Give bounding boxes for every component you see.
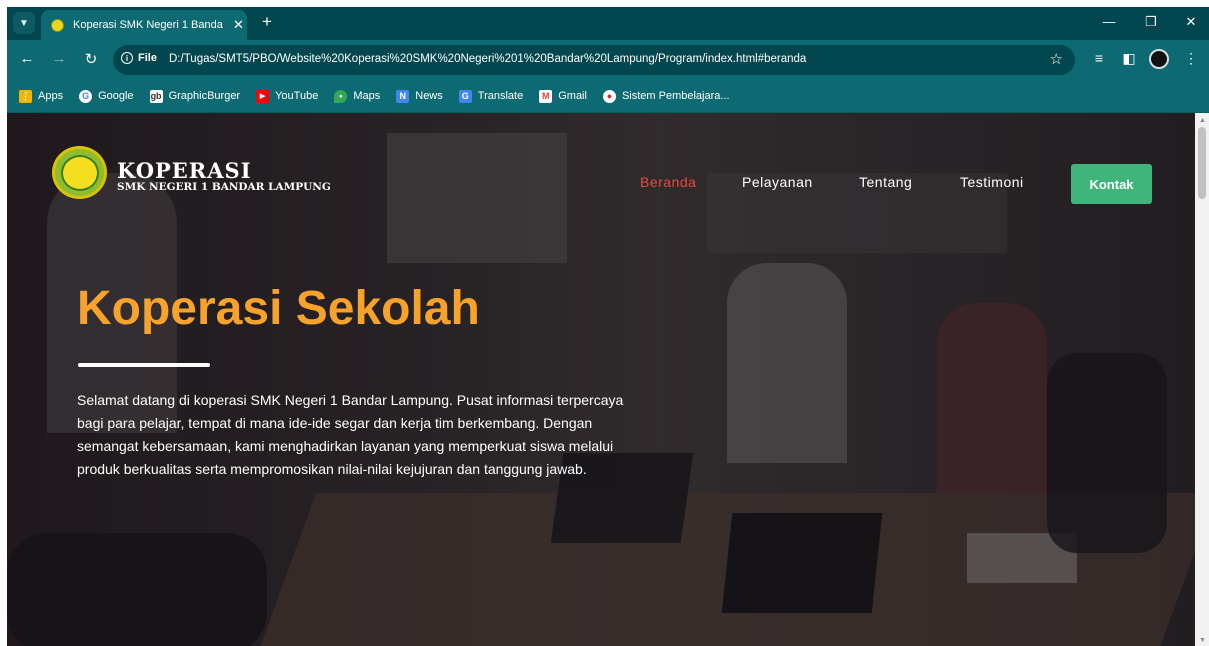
forward-icon[interactable]: → (49, 50, 69, 67)
scroll-up-icon[interactable]: ▲ (1199, 117, 1206, 124)
bookmark-youtube[interactable]: ▶ YouTube (256, 89, 319, 103)
bookmark-gmail[interactable]: M Gmail (539, 89, 587, 103)
restore-icon[interactable]: ❐ (1141, 14, 1161, 30)
school-icon: ● (602, 89, 616, 103)
bookmark-apps[interactable]: ⋮ Apps (19, 89, 64, 103)
bookmark-label: Sistem Pembelajara... (621, 90, 730, 102)
graphicburger-icon: gb (149, 89, 163, 103)
news-icon: N (396, 89, 410, 103)
back-icon[interactable]: ← (17, 50, 37, 67)
info-icon: i (121, 52, 133, 64)
side-panel-icon[interactable]: ◧ (1119, 50, 1139, 67)
logo-emblem-icon (60, 154, 99, 191)
hero-description: Selamat datang di koperasi SMK Negeri 1 … (77, 392, 624, 477)
browser-window: ▼ Koperasi SMK Negeri 1 Bandar ✕ + — ❐ ✕… (7, 7, 1209, 646)
more-menu-icon[interactable]: ⋮ (1181, 50, 1201, 67)
google-icon: G (79, 89, 93, 103)
profile-avatar[interactable] (1149, 49, 1169, 69)
gmail-icon: M (539, 89, 553, 103)
bookmark-label: YouTube (275, 90, 319, 102)
apps-icon: ⋮ (19, 89, 32, 103)
bookmark-label: Gmail (558, 90, 587, 102)
minimize-icon[interactable]: — (1099, 14, 1119, 29)
bookmark-label: Apps (38, 90, 64, 102)
bookmark-label: Translate (477, 90, 524, 102)
bookmark-maps[interactable]: • Maps (334, 89, 381, 103)
school-logo[interactable] (52, 146, 107, 199)
tab-strip: ▼ Koperasi SMK Negeri 1 Bandar ✕ + — ❐ ✕ (7, 7, 1209, 40)
bookmark-label: GraphicBurger (168, 90, 241, 102)
page-scrollbar[interactable]: ▲ ▼ (1195, 113, 1209, 646)
tab-title: Koperasi SMK Negeri 1 Bandar (73, 19, 223, 31)
translate-icon: G (458, 89, 472, 103)
bookmark-graphicburger[interactable]: gb GraphicBurger (149, 89, 241, 103)
bookmark-translate[interactable]: G Translate (458, 89, 524, 103)
bookmark-google[interactable]: G Google (79, 89, 134, 103)
address-bar[interactable]: i File D:/Tugas/SMT5/PBO/Website%20Koper… (113, 45, 1075, 75)
reading-list-icon[interactable]: ≡ (1089, 50, 1109, 66)
brand-title[interactable]: KOPERASI (117, 158, 252, 183)
site-info-chip[interactable]: i File (121, 52, 157, 64)
active-tab[interactable]: Koperasi SMK Negeri 1 Bandar ✕ (41, 10, 247, 40)
bookmark-label: Google (98, 90, 134, 102)
close-window-icon[interactable]: ✕ (1181, 14, 1201, 30)
bookmark-star-icon[interactable]: ☆ (1050, 50, 1063, 68)
scroll-thumb[interactable] (1198, 127, 1206, 199)
nav-beranda[interactable]: Beranda (640, 174, 696, 190)
maps-icon: • (334, 89, 348, 103)
bookmark-sistem-pembelajaran[interactable]: ● Sistem Pembelajara... (602, 89, 730, 103)
scroll-down-icon[interactable]: ▼ (1199, 637, 1206, 644)
bookmark-label: Maps (353, 90, 381, 102)
hero-title: Koperasi Sekolah (77, 282, 480, 335)
nav-tentang[interactable]: Tentang (859, 174, 912, 190)
site-favicon-icon (51, 18, 64, 32)
reload-icon[interactable]: ↻ (81, 50, 101, 68)
nav-pelayanan[interactable]: Pelayanan (742, 174, 813, 190)
browser-toolbar: ← → ↻ i File D:/Tugas/SMT5/PBO/Website%2… (7, 40, 1209, 80)
url-text[interactable]: D:/Tugas/SMT5/PBO/Website%20Koperasi%20S… (169, 53, 806, 65)
close-tab-icon[interactable]: ✕ (233, 17, 244, 33)
site-info-label: File (138, 52, 157, 64)
bookmark-news[interactable]: N News (396, 89, 443, 103)
tab-search-icon[interactable]: ▼ (13, 12, 35, 34)
bookmark-label: News (415, 90, 443, 102)
nav-testimoni[interactable]: Testimoni (960, 174, 1024, 190)
youtube-icon: ▶ (256, 89, 270, 103)
bookmarks-bar: ⋮ Apps G Google gb GraphicBurger ▶ YouTu… (7, 80, 1209, 113)
new-tab-icon[interactable]: + (257, 12, 277, 32)
page-viewport: KOPERASI SMK NEGERI 1 BANDAR LAMPUNG Ber… (7, 113, 1195, 646)
brand-subtitle: SMK NEGERI 1 BANDAR LAMPUNG (117, 181, 331, 193)
hero-divider (78, 363, 210, 367)
kontak-button[interactable]: Kontak (1071, 164, 1152, 204)
